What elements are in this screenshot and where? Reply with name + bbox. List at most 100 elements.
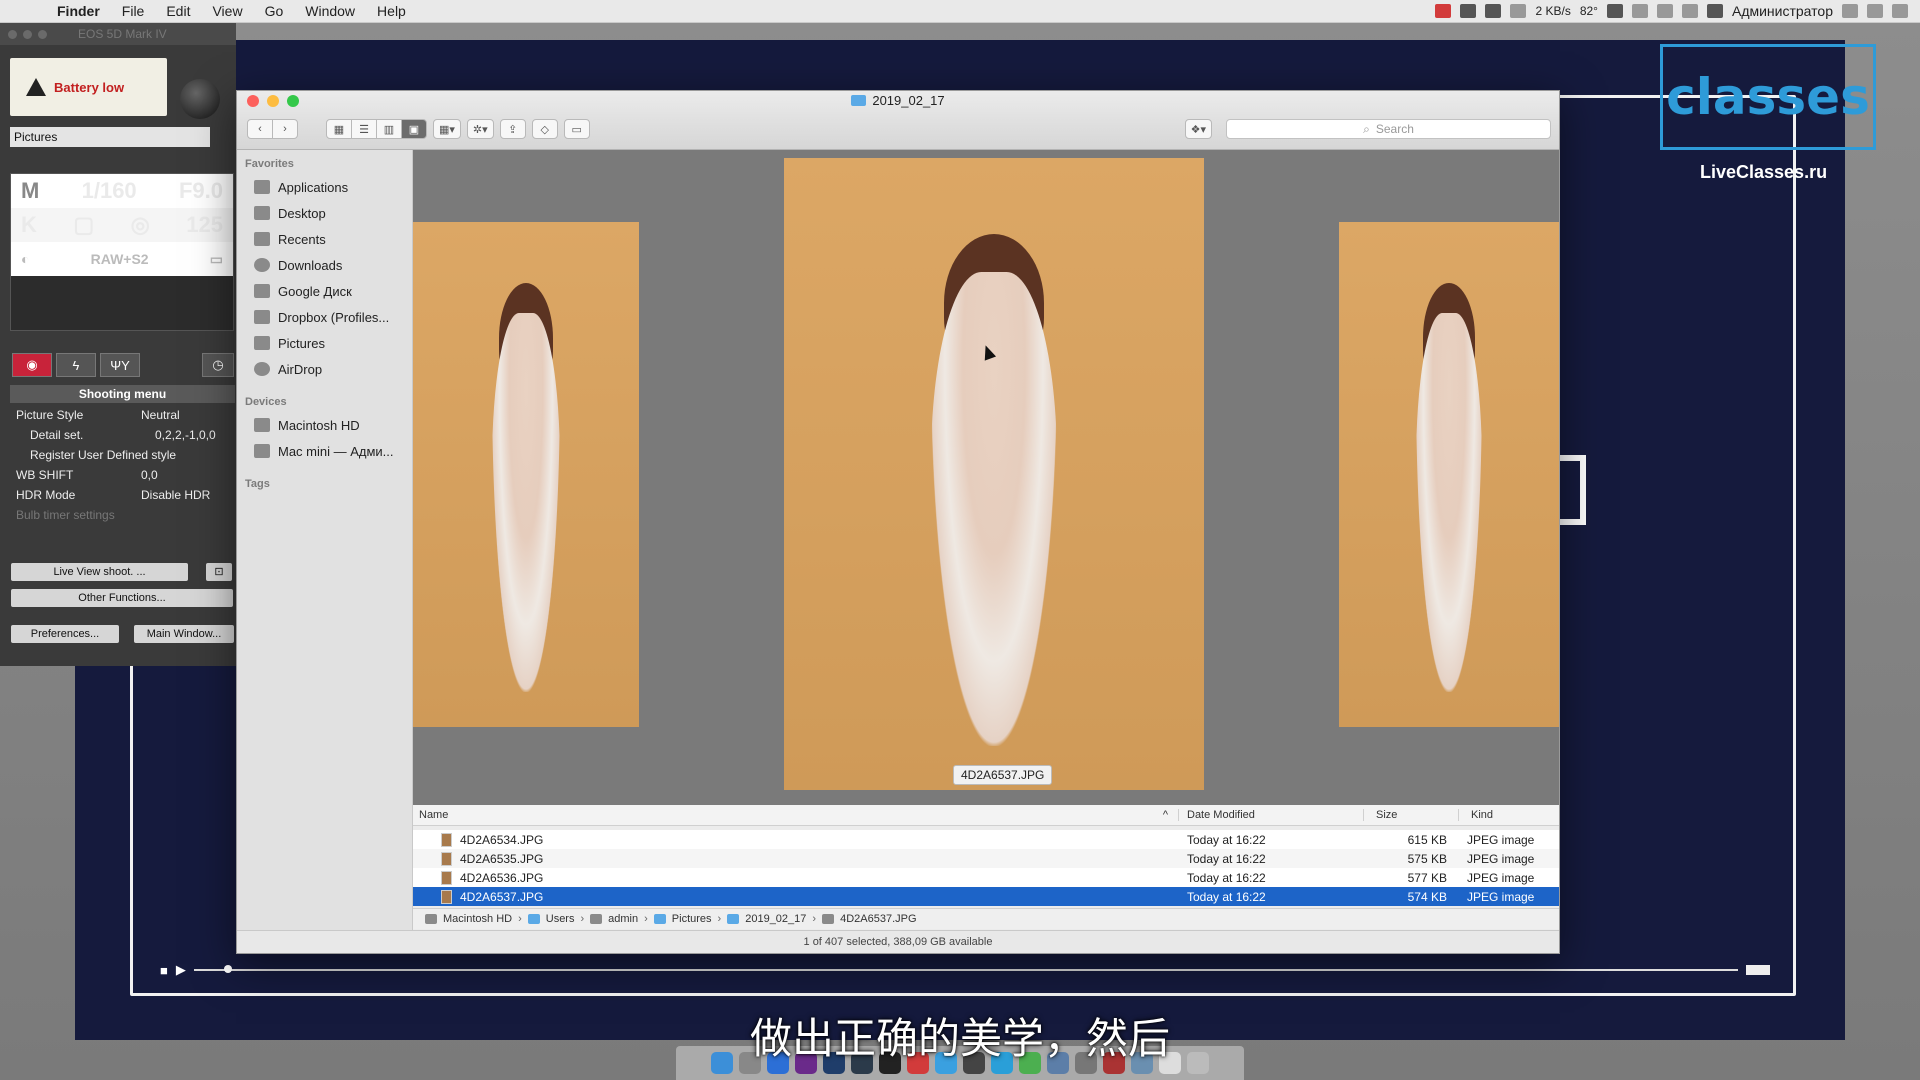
- mode-dial-icon[interactable]: [180, 79, 220, 119]
- column-header-name[interactable]: Name ^: [413, 809, 1179, 821]
- setting-row[interactable]: HDR Mode Disable HDR: [10, 485, 235, 505]
- tab-tools-icon[interactable]: ΨΥ: [100, 353, 140, 377]
- icon-view-icon[interactable]: ▦: [326, 119, 352, 139]
- menu-view[interactable]: View: [201, 3, 253, 19]
- new-folder-icon[interactable]: ▭: [563, 119, 590, 139]
- drive-mode-icon[interactable]: ▢: [73, 212, 94, 238]
- column-view-icon[interactable]: ▥: [376, 119, 402, 139]
- path-item[interactable]: Users: [546, 913, 575, 925]
- sidebar-item-google-drive[interactable]: Google Диск: [237, 278, 412, 304]
- path-item[interactable]: 4D2A6537.JPG: [840, 913, 916, 925]
- sidebar-item-airdrop[interactable]: AirDrop: [237, 356, 412, 382]
- user-menu[interactable]: Администратор: [1732, 3, 1833, 19]
- photo-thumbnail-next[interactable]: [1339, 222, 1559, 727]
- spotlight-icon[interactable]: [1842, 4, 1858, 18]
- volume-icon[interactable]: [1681, 4, 1698, 18]
- path-item[interactable]: Macintosh HD: [443, 913, 512, 925]
- table-row-selected[interactable]: 4D2A6537.JPG Today at 16:22 574 KB JPEG …: [413, 887, 1559, 906]
- screen-icon[interactable]: [1485, 4, 1502, 18]
- aperture[interactable]: F9.0: [179, 178, 223, 204]
- setting-row[interactable]: Register User Defined style: [10, 445, 235, 465]
- search-input[interactable]: ⌕ Search: [1226, 119, 1551, 139]
- record-icon[interactable]: [1435, 4, 1452, 18]
- sidebar-item-macintosh-hd[interactable]: Macintosh HD: [237, 412, 412, 438]
- table-row[interactable]: 4D2A6536.JPG Today at 16:22 577 KB JPEG …: [413, 868, 1559, 887]
- tab-shooting-camera-icon[interactable]: ◉: [12, 353, 52, 377]
- sync-icon[interactable]: [1606, 4, 1623, 18]
- shutter-speed[interactable]: 1/160: [82, 178, 137, 204]
- menu-help[interactable]: Help: [366, 3, 417, 19]
- path-separator: ›: [580, 913, 585, 925]
- menu-window[interactable]: Window: [294, 3, 366, 19]
- siri-icon[interactable]: [1867, 4, 1883, 18]
- menu-app[interactable]: Finder: [46, 3, 111, 19]
- video-progress-knob[interactable]: [223, 965, 232, 973]
- eos-close-button[interactable]: [8, 30, 17, 39]
- tag-icon[interactable]: ◇: [531, 119, 558, 139]
- tab-flash-icon[interactable]: ϟ: [56, 353, 96, 377]
- shooting-mode[interactable]: M: [21, 178, 39, 204]
- card-icon[interactable]: ▭: [210, 251, 223, 268]
- list-view-icon[interactable]: ☰: [351, 119, 377, 139]
- tab-timer-icon[interactable]: ◷: [202, 353, 234, 377]
- group-icon[interactable]: ▦▾: [433, 119, 461, 139]
- photo-preview-current[interactable]: [784, 158, 1204, 790]
- live-view-icon[interactable]: ⊡: [206, 563, 232, 581]
- file-date: Today at 16:22: [1187, 832, 1266, 847]
- sidebar-item-dropbox[interactable]: Dropbox (Profiles...: [237, 304, 412, 330]
- iso[interactable]: 125: [186, 212, 223, 238]
- display-icon[interactable]: [1460, 4, 1477, 18]
- file-date: Today at 16:22: [1187, 889, 1266, 904]
- metering-icon[interactable]: ◎: [131, 212, 150, 238]
- finder-toolbar: ‹ › ▦ ☰ ▥ ▣ ▦▾ ✲▾ ⇪ ◇ ▭ ❖▾ ⌕ Search: [247, 117, 1551, 141]
- column-header-size[interactable]: Size: [1364, 809, 1459, 821]
- action-gear-icon[interactable]: ✲▾: [466, 119, 494, 139]
- wifi-icon[interactable]: [1656, 4, 1673, 18]
- af-off-icon[interactable]: ◐: [21, 251, 29, 267]
- share-icon[interactable]: ⇪: [499, 119, 526, 139]
- folder-icon: [727, 914, 740, 924]
- table-row[interactable]: 4D2A6534.JPG Today at 16:22 615 KB JPEG …: [413, 830, 1559, 849]
- forward-button[interactable]: ›: [272, 119, 298, 139]
- setting-row[interactable]: WB SHIFT 0,0: [10, 465, 235, 485]
- eos-zoom-button[interactable]: [38, 30, 47, 39]
- bluetooth-icon[interactable]: [1631, 4, 1648, 18]
- path-item[interactable]: admin: [608, 913, 638, 925]
- notification-center-icon[interactable]: [1892, 4, 1908, 18]
- menu-edit[interactable]: Edit: [155, 3, 201, 19]
- input-flag-icon[interactable]: [1706, 4, 1723, 18]
- fullscreen-icon[interactable]: [1746, 965, 1770, 975]
- menu-go[interactable]: Go: [254, 3, 295, 19]
- white-balance[interactable]: K: [21, 212, 37, 238]
- setting-row[interactable]: Detail set. 0,2,2,-1,0,0: [10, 425, 235, 445]
- sidebar-item-recents[interactable]: Recents: [237, 226, 412, 252]
- setting-row[interactable]: Picture Style Neutral: [10, 405, 235, 425]
- sidebar-item-pictures[interactable]: Pictures: [237, 330, 412, 356]
- sidebar-item-applications[interactable]: Applications: [237, 174, 412, 200]
- cover-flow-view-icon[interactable]: ▣: [401, 119, 427, 139]
- back-button[interactable]: ‹: [247, 119, 273, 139]
- setting-key: Register User Defined style: [30, 448, 177, 462]
- path-item[interactable]: 2019_02_17: [745, 913, 806, 925]
- destination-folder[interactable]: Pictures: [10, 127, 210, 147]
- path-item[interactable]: Pictures: [672, 913, 712, 925]
- live-view-shoot-button[interactable]: Live View shoot. ...: [11, 563, 188, 581]
- column-header-kind[interactable]: Kind: [1459, 809, 1559, 821]
- sidebar-item-downloads[interactable]: Downloads: [237, 252, 412, 278]
- photo-thumbnail-previous[interactable]: [413, 222, 639, 727]
- sidebar-item-desktop[interactable]: Desktop: [237, 200, 412, 226]
- other-functions-button[interactable]: Other Functions...: [11, 589, 233, 607]
- preferences-button[interactable]: Preferences...: [11, 625, 119, 643]
- main-window-button[interactable]: Main Window...: [134, 625, 234, 643]
- dropbox-icon[interactable]: ❖▾: [1184, 119, 1212, 139]
- memory-icon[interactable]: [1510, 4, 1527, 18]
- sidebar-item-mac-mini[interactable]: Mac mini — Адми...: [237, 438, 412, 464]
- column-header-date[interactable]: Date Modified: [1179, 809, 1364, 821]
- stop-icon[interactable]: ■: [160, 963, 168, 978]
- image-quality[interactable]: RAW+S2: [91, 251, 149, 267]
- menu-file[interactable]: File: [111, 3, 156, 19]
- table-row[interactable]: 4D2A6535.JPG Today at 16:22 575 KB JPEG …: [413, 849, 1559, 868]
- video-progress-track[interactable]: [193, 965, 1738, 973]
- eos-minimize-button[interactable]: [23, 30, 32, 39]
- play-icon[interactable]: ▶: [176, 962, 186, 978]
